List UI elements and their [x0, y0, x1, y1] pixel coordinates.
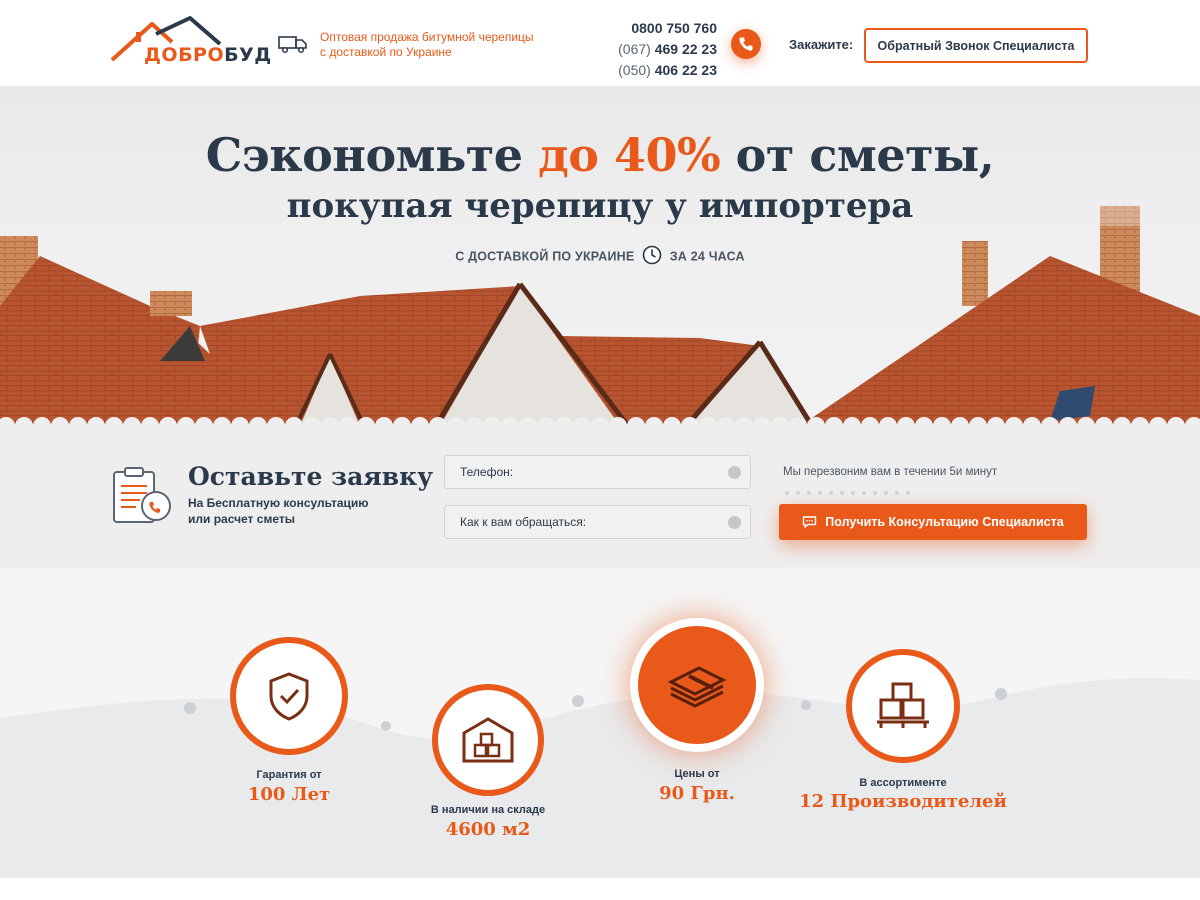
name-input[interactable] [445, 506, 750, 538]
phone-input[interactable] [445, 456, 750, 488]
user-field-icon [728, 516, 741, 529]
boxes-pallet-icon [877, 682, 929, 728]
delivery-note: С ДОСТАВКОЙ ПО УКРАИНЕ ЗА 24 ЧАСА [0, 245, 1200, 267]
phone-number[interactable]: (067) 469 22 23 [580, 39, 717, 60]
shield-check-icon [269, 672, 309, 721]
callback-note: Мы перезвоним вам в течении 5и минут [783, 466, 998, 478]
site-header: ДОБРОБУД Оптовая продажа битумной черепи… [0, 0, 1200, 86]
form-description: На Бесплатную консультацию или расчет см… [188, 495, 369, 527]
feature-price-circle [630, 618, 764, 752]
logo[interactable]: ДОБРОБУД [110, 14, 271, 70]
form-description-line: На Бесплатную консультацию [188, 496, 369, 510]
feature-value: 12 Производителей [799, 791, 1007, 812]
feature-value: 90 Грн. [659, 783, 735, 804]
feature-value: 100 Лет [247, 784, 331, 805]
tagline-line: с доставкой по Украине [320, 45, 452, 59]
decorative-dots [785, 482, 917, 500]
hero-subtitle: покупая черепицу у импортера [286, 186, 914, 226]
tagline: Оптовая продажа битумной черепицы с дост… [320, 30, 540, 60]
name-field-wrapper [444, 505, 751, 539]
phone-field-icon [728, 466, 741, 479]
feature-value: 4600 м2 [445, 819, 531, 840]
get-consultation-button[interactable]: Получить Консультацию Специалиста [779, 504, 1087, 540]
callback-request-button[interactable]: Обратный Звонок Специалиста [864, 28, 1088, 63]
clipboard-icon [113, 467, 171, 523]
feature-label: В наличии на складе [430, 804, 546, 816]
tagline-line: Оптовая продажа битумной черепицы [320, 30, 534, 44]
truck-icon [278, 36, 307, 54]
feature-stock-circle [432, 684, 544, 796]
wave-background [0, 678, 1200, 878]
phone-number[interactable]: (050) 406 22 23 [580, 60, 717, 81]
hero-section: Сэкономьте до 40% от сметы, покупая чере… [0, 86, 1200, 426]
hero-title: Сэкономьте до 40% от сметы, [205, 128, 995, 182]
phone-number[interactable]: 0800 750 760 [580, 18, 717, 39]
feature-assortment-circle [846, 649, 960, 763]
phone-icon [739, 37, 753, 51]
feature-label: В ассортименте [859, 777, 947, 789]
footer-strip [0, 878, 1200, 900]
form-description-line: или расчет сметы [188, 512, 295, 526]
get-consultation-label: Получить Консультацию Специалиста [825, 515, 1064, 529]
order-label: Закажите: [789, 37, 854, 52]
features-section [0, 568, 1200, 878]
phone-list: 0800 750 760 (067) 469 22 23 (050) 406 2… [580, 18, 717, 81]
delivery-text: С ДОСТАВКОЙ ПО УКРАИНЕ [455, 249, 635, 264]
clock-icon [642, 245, 662, 265]
logo-text: ДОБРОБУД [144, 44, 272, 66]
delivery-time: ЗА 24 ЧАСА [669, 249, 745, 264]
form-title: Оставьте заявку [188, 462, 434, 491]
warehouse-icon [462, 717, 514, 763]
feature-label: Гарантия от [256, 769, 322, 781]
phone-call-button[interactable] [731, 29, 761, 59]
money-stack-icon [667, 666, 727, 708]
chat-bubble-icon [803, 516, 817, 528]
feature-warranty-circle [230, 637, 348, 755]
phone-field-wrapper [444, 455, 751, 489]
feature-label: Цены от [674, 768, 720, 780]
request-form-section [0, 426, 1200, 568]
